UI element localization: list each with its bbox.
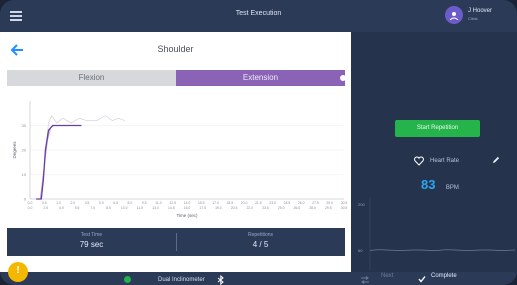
x-tick-label: 30.5 [341, 206, 348, 210]
x-tick-label: 21.5 [255, 201, 262, 205]
window-title: Test Execution [235, 10, 282, 17]
x-tick-label: 16.0 [184, 206, 191, 210]
tab-flexion[interactable]: Flexion [7, 70, 176, 86]
series-line-1 [36, 124, 82, 200]
x-tick-label: 1.0 [56, 201, 61, 205]
x-tick-label: 24.5 [284, 201, 291, 205]
test-time-block: Test Time 79 sec [7, 228, 176, 256]
x-tick-label: 2.0 [70, 201, 75, 205]
x-tick-label: 20.0 [241, 201, 248, 205]
x-tick-label: 6.5 [113, 201, 118, 205]
x-tick-label: 26.0 [298, 201, 305, 205]
x-tick-label: 27.5 [312, 201, 319, 205]
range-of-motion-chart: 0 10 20 30 0.0 0.5 1.0 2.0 3.5 5.0 6.5 8.0 9.5 11.0 12… [12, 101, 348, 218]
x-tick-label: 0.0 [28, 201, 33, 205]
x-tick-label: 23.5 [262, 206, 269, 210]
x-tick-label: 23.0 [269, 201, 276, 205]
tab-extension[interactable]: Extension [176, 70, 345, 86]
page-title: Shoulder [157, 44, 194, 54]
x-tick-label: 2.5 [43, 206, 48, 210]
warning-icon[interactable]: ! [8, 262, 28, 282]
top-bar: Test Execution J Hoover Clinic [0, 0, 517, 32]
pencil-icon[interactable] [492, 156, 500, 164]
user-icon [449, 12, 459, 20]
heart-icon [414, 156, 424, 166]
heart-rate-line [369, 249, 516, 251]
repetitions-block: Repetitions 4 / 5 [176, 228, 345, 256]
x-tick-label: 19.0 [215, 206, 222, 210]
y-tick-label: 30 [22, 123, 27, 128]
x-tick-label: 26.5 [294, 206, 301, 210]
complete-button[interactable]: Complete [431, 273, 457, 279]
user-subtitle: Clinic [468, 16, 478, 21]
user-avatar[interactable] [445, 6, 463, 24]
mini-y-tick-label: 60 [358, 248, 363, 253]
x-tick-label: 3.5 [85, 201, 90, 205]
app-window: Test Execution J Hoover Clinic Shoulder … [0, 0, 517, 285]
x-tick-label: 18.5 [227, 201, 234, 205]
x-tick-label: 29.5 [325, 206, 332, 210]
x-tick-label: 13.0 [152, 206, 159, 210]
bpm-value: 83 [421, 177, 436, 192]
user-name: J Hoover [468, 8, 493, 14]
test-time-label: Test Time [80, 232, 103, 238]
x-tick-label: 25.0 [278, 206, 285, 210]
y-tick-label: 20 [22, 148, 27, 153]
motion-segmented-control: Flexion Extension [7, 70, 346, 86]
mini-y-tick-label: 200 [358, 202, 365, 207]
x-tick-label: 8.5 [106, 206, 111, 210]
x-tick-label: 17.0 [212, 201, 219, 205]
x-tick-label: 9.5 [142, 201, 147, 205]
check-icon[interactable] [418, 275, 426, 283]
bpm-unit: BPM [445, 185, 459, 191]
device-name: Dual Inclinometer [158, 277, 205, 283]
test-time-value: 79 sec [79, 240, 104, 249]
x-tick-label: 0.5 [42, 201, 47, 205]
x-tick-label: 11.5 [137, 206, 143, 210]
x-tick-label: 12.5 [169, 201, 176, 205]
series-line-3 [39, 114, 125, 200]
x-tick-label: 14.5 [168, 206, 175, 210]
x-tick-label: 4.0 [59, 206, 64, 210]
x-tick-label: 10.0 [121, 206, 128, 210]
y-axis-title: Degrees [12, 141, 17, 159]
y-tick-label: 10 [22, 172, 27, 177]
x-tick-label: 15.5 [198, 201, 205, 205]
heart-rate-label: Heart Rate [430, 158, 460, 164]
x-tick-label: 8.0 [128, 201, 133, 205]
x-tick-label: 5.5 [75, 206, 80, 210]
x-tick-label: 11.0 [155, 201, 161, 205]
repetitions-label: Repetitions [247, 232, 273, 238]
x-tick-label: 5.0 [99, 201, 104, 205]
x-tick-label: 29.0 [326, 201, 333, 205]
x-tick-label: 22.0 [246, 206, 253, 210]
repetitions-value: 4 / 5 [252, 240, 269, 249]
selected-indicator [340, 75, 346, 81]
connection-status-dot [124, 276, 131, 283]
x-axis-title: Time (sec) [176, 213, 198, 218]
x-tick-label: 7.0 [90, 206, 95, 210]
heart-rate-chart: 200 60 [358, 198, 516, 270]
bluetooth-icon[interactable] [216, 275, 226, 285]
next-button[interactable]: Next [381, 273, 393, 279]
x-tick-label: 20.5 [231, 206, 238, 210]
bpm-readout: 83 BPM [421, 176, 459, 194]
x-tick-label: 30.5 [341, 201, 348, 205]
y-tick-label: 0 [24, 197, 27, 202]
x-tick-label: 14.0 [184, 201, 191, 205]
swap-icon[interactable] [360, 276, 370, 284]
x-tick-label: 17.5 [199, 206, 206, 210]
x-tick-label: 28.0 [309, 206, 316, 210]
x-tick-label: 0.0 [28, 206, 33, 210]
start-repetition-button[interactable]: Start Repetition [395, 120, 480, 137]
stats-bar: Test Time 79 sec Repetitions 4 / 5 [7, 228, 345, 256]
